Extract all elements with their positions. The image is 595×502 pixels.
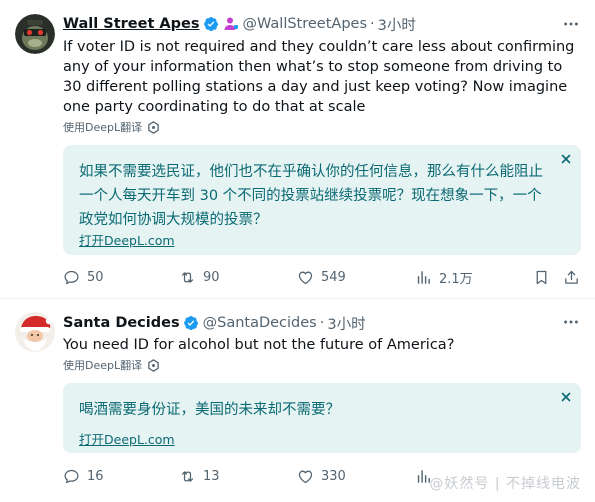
translate-with-deepl-link[interactable]: 使用DeepL翻译 bbox=[63, 357, 160, 373]
close-icon[interactable] bbox=[560, 391, 572, 403]
reply-count: 16 bbox=[87, 468, 104, 484]
tweet-text: If voter ID is not required and they cou… bbox=[63, 39, 575, 115]
views-count: 2.1万 bbox=[439, 271, 473, 287]
verified-badge-icon[interactable] bbox=[203, 16, 219, 32]
retweet-icon bbox=[179, 269, 196, 286]
share-button[interactable] bbox=[563, 267, 580, 287]
reply-count: 50 bbox=[87, 269, 104, 285]
views-button[interactable]: 2.1万 bbox=[415, 267, 473, 287]
affiliate-user-icon[interactable] bbox=[223, 16, 239, 32]
author-handle[interactable]: @SantaDecides bbox=[203, 315, 317, 331]
reply-button[interactable]: 16 bbox=[63, 466, 104, 486]
tweet-header: Santa Decides @SantaDecides · 3小时 bbox=[63, 313, 366, 333]
like-count: 549 bbox=[321, 269, 346, 285]
open-deepl-link[interactable]: 打开DeepL.com bbox=[79, 429, 175, 448]
author-handle[interactable]: @WallStreetApes bbox=[243, 16, 368, 32]
open-deepl-link[interactable]: 打开DeepL.com bbox=[79, 230, 175, 249]
more-dots-icon[interactable] bbox=[561, 14, 581, 34]
translation-text: 如果不需要选民证，他们也不在乎确认你的任何信息，那么有什么能阻止一个人每天开车到… bbox=[79, 164, 543, 228]
deepl-icon bbox=[147, 358, 160, 372]
tweet-text: You need ID for alcohol but not the futu… bbox=[63, 337, 455, 353]
avatar[interactable] bbox=[15, 14, 55, 54]
avatar[interactable] bbox=[15, 312, 55, 352]
share-icon bbox=[563, 269, 580, 286]
translate-label: 使用DeepL翻译 bbox=[63, 121, 143, 134]
heart-icon bbox=[297, 468, 314, 485]
retweet-icon bbox=[179, 468, 196, 485]
verified-badge-icon[interactable] bbox=[183, 315, 199, 331]
translation-text: 喝酒需要身份证，美国的未来却不需要？ bbox=[79, 402, 340, 418]
separator-dot: · bbox=[319, 315, 325, 331]
action-bar: 50 90 549 2.1万 bbox=[63, 267, 583, 287]
author-name[interactable]: Santa Decides bbox=[63, 315, 180, 331]
translation-box: 如果不需要选民证，他们也不在乎确认你的任何信息，那么有什么能阻止一个人每天开车到… bbox=[63, 145, 581, 255]
translation-box: 喝酒需要身份证，美国的未来却不需要？ 打开DeepL.com bbox=[63, 383, 581, 453]
tweet-header: Wall Street Apes @WallStreetApes · 3小时 bbox=[63, 14, 416, 34]
like-count: 330 bbox=[321, 468, 346, 484]
close-icon[interactable] bbox=[560, 153, 572, 165]
separator-dot: · bbox=[370, 16, 375, 32]
post-time[interactable]: 3小时 bbox=[327, 313, 365, 334]
author-name[interactable]: Wall Street Apes bbox=[63, 16, 200, 32]
retweet-button[interactable]: 13 bbox=[179, 466, 220, 486]
like-button[interactable]: 330 bbox=[297, 466, 346, 486]
tweet-santa-decides[interactable]: Santa Decides @SantaDecides · 3小时 You ne… bbox=[0, 300, 595, 502]
translate-label: 使用DeepL翻译 bbox=[63, 359, 143, 372]
bookmark-icon bbox=[533, 269, 550, 286]
watermark: @妖然号 | 不掉线电波 bbox=[429, 476, 581, 492]
like-button[interactable]: 549 bbox=[297, 267, 346, 287]
translate-with-deepl-link[interactable]: 使用DeepL翻译 bbox=[63, 119, 160, 135]
deepl-icon bbox=[147, 120, 160, 134]
reply-icon bbox=[63, 269, 80, 286]
post-time[interactable]: 3小时 bbox=[378, 14, 416, 35]
retweet-count: 13 bbox=[203, 468, 220, 484]
retweet-button[interactable]: 90 bbox=[179, 267, 220, 287]
bookmark-button[interactable] bbox=[533, 267, 550, 287]
retweet-count: 90 bbox=[203, 269, 220, 285]
reply-button[interactable]: 50 bbox=[63, 267, 104, 287]
tweet-wall-street-apes[interactable]: Wall Street Apes @WallStreetApes · 3小时 I… bbox=[0, 0, 595, 299]
more-dots-icon[interactable] bbox=[561, 312, 581, 332]
views-chart-icon bbox=[415, 269, 432, 286]
heart-icon bbox=[297, 269, 314, 286]
reply-icon bbox=[63, 468, 80, 485]
